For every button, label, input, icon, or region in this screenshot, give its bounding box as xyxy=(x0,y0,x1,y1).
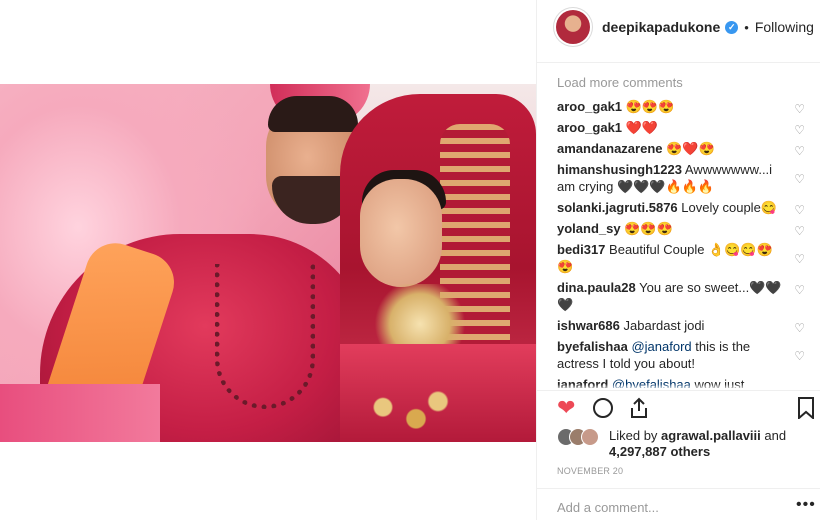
likes-prefix: Liked by xyxy=(609,428,662,443)
comment-item: ishwar686 Jabardast jodi ♡ xyxy=(557,317,805,337)
foreground-pink-fabric xyxy=(0,384,160,442)
comment-like-icon[interactable]: ♡ xyxy=(794,320,805,337)
comment-item: bedi317 Beautiful Couple 👌😋😋😍😍 ♡ xyxy=(557,241,805,275)
comment-item: aroo_gak1 ❤️❤️ ♡ xyxy=(557,119,805,139)
comment-username[interactable]: byefalishaa xyxy=(557,339,628,354)
bride-bangles xyxy=(350,384,460,442)
post-date[interactable]: NOVEMBER 20 xyxy=(557,466,623,476)
comment-text: ❤️❤️ xyxy=(625,120,659,135)
comment-username[interactable]: yoland_sy xyxy=(557,221,621,236)
comment-item: aroo_gak1 😍😍😍 ♡ xyxy=(557,98,805,118)
post-actions: ❤ xyxy=(557,395,817,421)
add-comment-input[interactable]: Add a comment... xyxy=(557,500,659,515)
comment-like-icon[interactable]: ♡ xyxy=(794,171,805,188)
post-header: deepikapadukone ✓ • Following xyxy=(556,10,816,44)
comment-item: dina.paula28 You are so sweet...🖤🖤🖤 ♡ xyxy=(557,279,805,313)
likes-count[interactable]: 4,297,887 others xyxy=(609,444,710,459)
post-photo[interactable] xyxy=(0,84,536,442)
bookmark-icon[interactable] xyxy=(797,395,815,425)
comment-like-icon[interactable]: ♡ xyxy=(794,223,805,240)
comment-item: amandanazarene 😍❤️😍 ♡ xyxy=(557,140,805,160)
heart-filled-icon[interactable]: ❤ xyxy=(557,395,575,421)
comment-username[interactable]: aroo_gak1 xyxy=(557,120,622,135)
comment-item: byefalishaa @janaford this is the actres… xyxy=(557,338,805,372)
comment-text: Jabardast jodi xyxy=(623,318,705,333)
post-username[interactable]: deepikapadukone xyxy=(602,19,720,35)
comments-list[interactable]: Load more comments aroo_gak1 😍😍😍 ♡ aroo_… xyxy=(557,74,805,388)
groom-necklace xyxy=(215,264,315,409)
comment-username[interactable]: bedi317 xyxy=(557,242,605,257)
comment-item: solanki.jagruti.5876 Lovely couple😋 ♡ xyxy=(557,199,805,219)
following-button[interactable]: Following xyxy=(755,19,814,35)
comment-item: himanshusingh1223 Awwwwwww...i am crying… xyxy=(557,161,805,195)
header-separator: • xyxy=(744,19,749,35)
comment-username[interactable]: himanshusingh1223 xyxy=(557,162,682,177)
comment-username[interactable]: amandanazarene xyxy=(557,141,663,156)
comment-bubble-icon[interactable] xyxy=(593,398,613,418)
comment-username[interactable]: dina.paula28 xyxy=(557,280,636,295)
comment-username[interactable]: solanki.jagruti.5876 xyxy=(557,200,678,215)
liker-avatars[interactable] xyxy=(557,428,603,446)
actions-divider xyxy=(537,390,820,391)
avatar[interactable] xyxy=(556,10,590,44)
comment-like-icon[interactable]: ♡ xyxy=(794,251,805,268)
comment-text: 😍😍😍 xyxy=(625,99,675,114)
verified-check-icon: ✓ xyxy=(725,20,739,34)
liker-username[interactable]: agrawal.pallaviii xyxy=(661,428,761,443)
comment-like-icon[interactable]: ♡ xyxy=(794,122,805,139)
share-icon[interactable] xyxy=(629,395,649,426)
groom-hair xyxy=(268,96,358,132)
panel-divider xyxy=(536,0,537,520)
comment-input-divider xyxy=(537,488,820,489)
comment-text: 😍❤️😍 xyxy=(666,141,715,156)
likes-middle: and xyxy=(760,428,787,443)
likes-text: Liked by agrawal.pallaviii and 4,297,887… xyxy=(609,428,815,460)
comment-like-icon[interactable]: ♡ xyxy=(794,101,805,118)
comment-text: Lovely couple😋 xyxy=(681,200,777,215)
comment-like-icon[interactable]: ♡ xyxy=(794,143,805,160)
comment-mention[interactable]: @janaford xyxy=(631,339,691,354)
comment-like-icon[interactable]: ♡ xyxy=(794,282,805,299)
bride-face xyxy=(360,179,442,287)
comment-username[interactable]: aroo_gak1 xyxy=(557,99,622,114)
comment-like-icon[interactable]: ♡ xyxy=(794,348,805,365)
comment-text: 😍😍😍 xyxy=(624,221,673,236)
more-options-icon[interactable]: ••• xyxy=(796,496,816,514)
load-more-comments-button[interactable]: Load more comments xyxy=(557,74,805,92)
comment-item: yoland_sy 😍😍😍 ♡ xyxy=(557,220,805,240)
comment-like-icon[interactable]: ♡ xyxy=(794,202,805,219)
comment-username[interactable]: ishwar686 xyxy=(557,318,620,333)
likes-summary: Liked by agrawal.pallaviii and 4,297,887… xyxy=(557,426,817,462)
header-divider xyxy=(537,62,820,63)
